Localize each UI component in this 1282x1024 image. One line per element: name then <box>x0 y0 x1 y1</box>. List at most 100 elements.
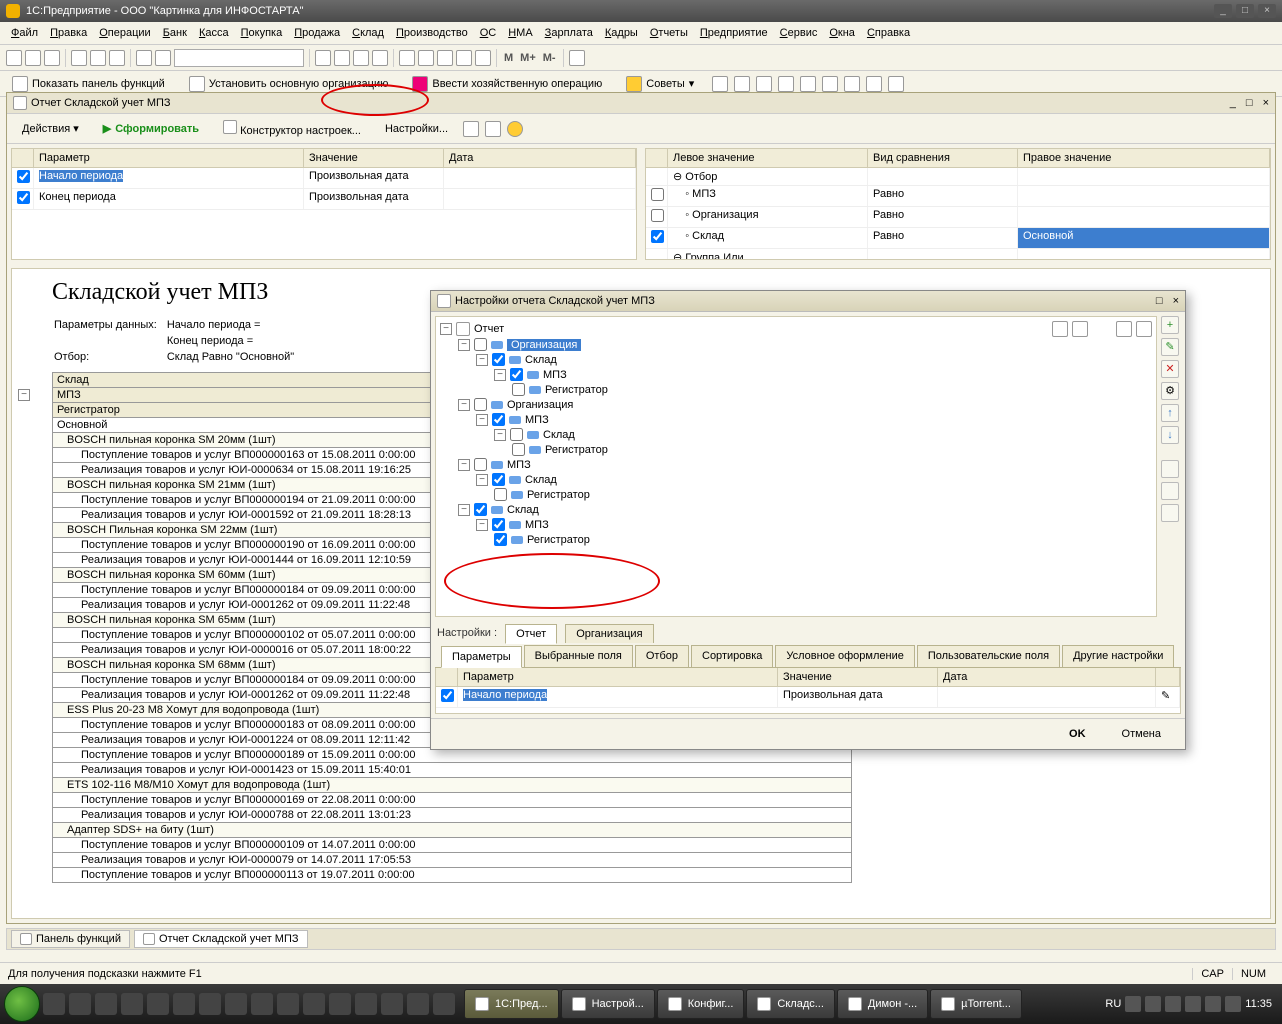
dparam-chk[interactable] <box>441 689 454 702</box>
chart-icon[interactable] <box>456 50 472 66</box>
add-icon[interactable]: + <box>1161 316 1179 334</box>
minimize-button[interactable]: _ <box>1214 4 1232 18</box>
ob-icon-6[interactable] <box>822 76 838 92</box>
ql-3[interactable] <box>95 993 117 1015</box>
menu-Правка[interactable]: Правка <box>45 25 92 41</box>
subject-tab-org[interactable]: Организация <box>565 624 653 643</box>
menu-Касса[interactable]: Касса <box>194 25 234 41</box>
menu-НМА[interactable]: НМА <box>503 25 537 41</box>
filter-row[interactable]: ⊖ Группа Или <box>646 249 1270 259</box>
tree-sklad4[interactable]: Склад <box>507 504 539 516</box>
node-chk[interactable] <box>474 458 487 471</box>
ob-icon-3[interactable] <box>756 76 772 92</box>
settings-tab[interactable]: Выбранные поля <box>524 645 633 667</box>
ql-1[interactable] <box>43 993 65 1015</box>
config-icon[interactable] <box>475 50 491 66</box>
inner-max-button[interactable]: □ <box>1246 97 1253 109</box>
undo-icon[interactable] <box>315 50 331 66</box>
menu-Файл[interactable]: Файл <box>6 25 43 41</box>
paste-icon[interactable] <box>109 50 125 66</box>
ok-button[interactable]: OK <box>1055 725 1100 743</box>
ql-9[interactable] <box>251 993 273 1015</box>
inner-close-button[interactable]: × <box>1263 97 1269 109</box>
filter-row[interactable]: ◦ СкладРавноОсновной <box>646 228 1270 249</box>
node-chk[interactable] <box>510 368 523 381</box>
settings-tab[interactable]: Отбор <box>635 645 689 667</box>
filter-row[interactable]: ⊖ Отбор <box>646 168 1270 186</box>
tree-ic1[interactable] <box>1052 321 1068 337</box>
taskbar-task[interactable]: Настрой... <box>561 989 655 1019</box>
menu-Банк[interactable]: Банк <box>158 25 192 41</box>
tree-sklad3[interactable]: Склад <box>525 474 557 486</box>
menu-ОС[interactable]: ОС <box>475 25 502 41</box>
node-chk[interactable] <box>474 338 487 351</box>
start-button[interactable] <box>4 986 40 1022</box>
tree-mpz2[interactable]: МПЗ <box>525 414 549 426</box>
ob-icon-4[interactable] <box>778 76 794 92</box>
node-chk[interactable] <box>512 383 525 396</box>
enter-op-button[interactable]: Ввести хозяйственную операцию <box>406 74 608 94</box>
ql-5[interactable] <box>147 993 169 1015</box>
tree-org[interactable]: Организация <box>507 339 581 351</box>
ql-6[interactable] <box>173 993 195 1015</box>
tool2higher contrast-icon[interactable] <box>1161 482 1179 500</box>
tree-ic4[interactable] <box>1136 321 1152 337</box>
tree-ic3[interactable] <box>1116 321 1132 337</box>
find-icon[interactable] <box>155 50 171 66</box>
node-chk[interactable] <box>474 398 487 411</box>
help-icon[interactable] <box>569 50 585 66</box>
save-icon[interactable] <box>44 50 60 66</box>
tree-reg3[interactable]: Регистратор <box>527 489 590 501</box>
down-icon[interactable]: ↓ <box>1161 426 1179 444</box>
settings-tab[interactable]: Условное оформление <box>775 645 914 667</box>
ql-7[interactable] <box>199 993 221 1015</box>
redo-icon[interactable] <box>334 50 350 66</box>
dialog-titlebar[interactable]: Настройки отчета Складской учет МПЗ □ × <box>431 291 1185 312</box>
settings-tab[interactable]: Параметры <box>441 646 522 668</box>
calc-icon[interactable] <box>399 50 415 66</box>
close-button[interactable]: × <box>1258 4 1276 18</box>
tree-reg4[interactable]: Регистратор <box>527 534 590 546</box>
delete-icon[interactable]: ✕ <box>1161 360 1179 378</box>
copy-icon[interactable] <box>90 50 106 66</box>
tray-icon[interactable] <box>1165 996 1181 1012</box>
expand-icon[interactable]: − <box>440 323 452 335</box>
taskbar-task[interactable]: µTorrent... <box>930 989 1022 1019</box>
actions-button[interactable]: Действия ▾ <box>13 119 88 138</box>
ql-14[interactable] <box>381 993 403 1015</box>
new-icon[interactable] <box>6 50 22 66</box>
ql-4[interactable] <box>121 993 143 1015</box>
taskbar-task[interactable]: 1С:Пред... <box>464 989 559 1019</box>
maximize-button[interactable]: □ <box>1236 4 1254 18</box>
node-chk[interactable] <box>494 533 507 546</box>
settings-button[interactable]: Настройки... <box>376 120 457 138</box>
ob-icon-7[interactable] <box>844 76 860 92</box>
menu-Зарплата[interactable]: Зарплата <box>540 25 598 41</box>
print-icon[interactable] <box>136 50 152 66</box>
tb-extra-icon[interactable] <box>485 121 501 137</box>
tray-icon[interactable] <box>1225 996 1241 1012</box>
filter-row[interactable]: ◦ МПЗРавно <box>646 186 1270 207</box>
ob-icon-8[interactable] <box>866 76 882 92</box>
tree-ic2[interactable] <box>1072 321 1088 337</box>
tree-org2[interactable]: Организация <box>507 399 573 411</box>
param-row[interactable]: Конец периодаПроизвольная дата <box>12 189 636 210</box>
tray-icon[interactable] <box>1185 996 1201 1012</box>
dparam-value[interactable]: Произвольная дата <box>778 687 938 707</box>
ql-15[interactable] <box>407 993 429 1015</box>
filter-chk[interactable] <box>651 209 664 222</box>
taskbar-task[interactable]: Димон -... <box>837 989 928 1019</box>
designer-button[interactable]: Конструктор настроек... <box>214 117 370 140</box>
node-chk[interactable] <box>474 503 487 516</box>
filter-chk[interactable] <box>651 230 664 243</box>
tree-root[interactable]: Отчет <box>474 323 504 335</box>
cut-icon[interactable] <box>71 50 87 66</box>
node-chk[interactable] <box>492 473 505 486</box>
menu-Окна[interactable]: Окна <box>824 25 860 41</box>
ql-16[interactable] <box>433 993 455 1015</box>
settings-tab[interactable]: Пользовательские поля <box>917 645 1060 667</box>
settings-tree[interactable]: − Отчет − Организация − Склад − МПЗ Реги… <box>435 316 1157 617</box>
tree-mpz3[interactable]: МПЗ <box>507 459 531 471</box>
filter-row[interactable]: ◦ ОрганизацияРавно <box>646 207 1270 228</box>
m-label[interactable]: M <box>502 52 515 64</box>
